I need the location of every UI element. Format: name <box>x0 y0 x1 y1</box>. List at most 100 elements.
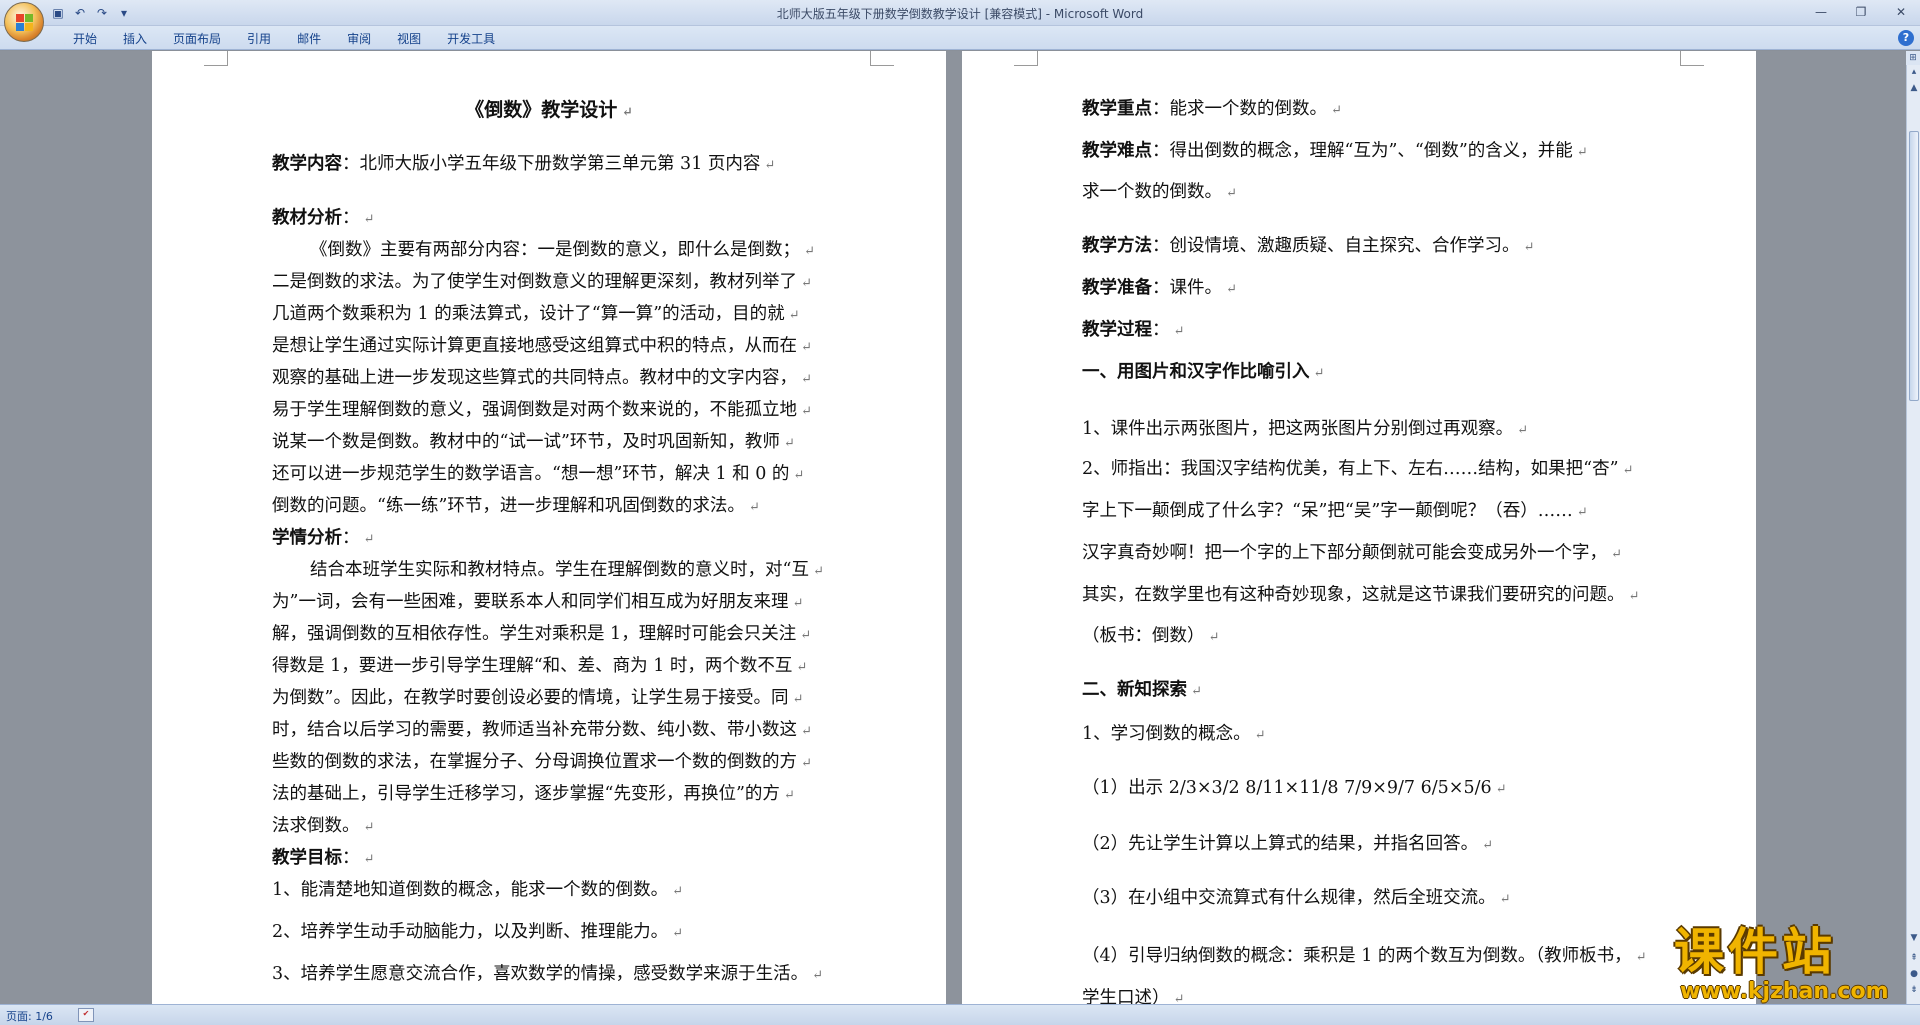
document-area: 《倒数》教学设计 ↵ 教学内容：北师大版小学五年级下册数学第三单元第 31 页内容… <box>0 51 1906 1004</box>
paragraph-mark-icon: ↵ <box>788 596 804 611</box>
view-ruler-icon[interactable]: ⊞ <box>1906 51 1920 65</box>
paragraph-line: 2、师指出：我国汉字结构优美，有上下、左右……结构，如果把“杏” ↵ <box>1082 455 1634 480</box>
line-text: 学生口述） <box>1082 988 1170 1004</box>
line-text: 汉字真奇妙啊！把一个字的上下部分颠倒就可能会变成另外一个字， <box>1082 543 1607 563</box>
paragraph-line: 2、培养学生动手动脑能力，以及判断、推理能力。 ↵ <box>272 918 683 943</box>
paragraph-line: 易于学生理解倒数的意义，强调倒数是对两个数来说的，不能孤立地 ↵ <box>272 396 812 421</box>
paragraph-line: 法的基础上，引导学生迁移学习，逐步掌握“先变形，再换位”的方 ↵ <box>272 780 795 805</box>
paragraph-mark-icon: ↵ <box>1519 240 1535 255</box>
minimize-icon[interactable]: — <box>1808 2 1834 22</box>
paragraph-line: （3）在小组中交流算式有什么规律，然后全班交流。 ↵ <box>1082 884 1511 909</box>
vertical-scrollbar[interactable]: ▴ ▲ ▼ ⇞ ● ⇟ <box>1906 51 1920 1004</box>
browse-object-icon[interactable]: ● <box>1908 967 1920 981</box>
section-label: 教学准备 <box>1082 278 1152 298</box>
paragraph-mark-icon: ↵ <box>797 404 813 419</box>
line-text: 3、培养学生愿意交流合作，喜欢数学的情操，感受数学来源于生活。 <box>272 964 809 984</box>
tab-insert[interactable]: 插入 <box>110 30 160 48</box>
line-text: ： <box>342 848 360 868</box>
paragraph-mark-icon: ↵ <box>788 692 804 707</box>
paragraph-mark-icon: ↵ <box>797 724 813 739</box>
tab-references[interactable]: 引用 <box>234 30 284 48</box>
paragraph-mark-icon: ↵ <box>1572 145 1588 160</box>
paragraph-mark-icon: ↵ <box>1491 782 1507 797</box>
paragraph-line: 教学难点：得出倒数的概念，理解“互为”、“倒数”的含义，并能 ↵ <box>1082 137 1588 162</box>
page-right[interactable]: 教学重点：能求一个数的倒数。 ↵ 教学难点：得出倒数的概念，理解“互为”、“倒数”… <box>962 51 1756 1004</box>
paragraph-line: 学生口述） ↵ <box>1082 984 1185 1004</box>
restore-icon[interactable]: ❐ <box>1848 2 1874 22</box>
paragraph-line: 求一个数的倒数。 ↵ <box>1082 178 1237 203</box>
document-title: 《倒数》教学设计 ↵ <box>152 95 946 122</box>
help-icon[interactable]: ? <box>1898 30 1914 46</box>
paragraph-mark-icon: ↵ <box>797 372 813 387</box>
paragraph-mark-icon: ↵ <box>617 105 633 120</box>
paragraph-line: 是想让学生通过实际计算更直接地感受这组算式中积的特点，从而在 ↵ <box>272 332 812 357</box>
page-count[interactable]: 页面: 1/6 <box>6 1008 53 1024</box>
line-text: 些数的倒数的求法，在掌握分子、分母调换位置求一个数的倒数的方 <box>272 752 797 772</box>
paragraph-mark-icon: ↵ <box>1250 728 1266 743</box>
scroll-down-icon[interactable]: ▼ <box>1908 931 1920 945</box>
paragraph-line: 为倒数”。因此，在教学时要创设必要的情境，让学生易于接受。同 ↵ <box>272 684 803 709</box>
previous-page-icon[interactable]: ⇞ <box>1908 951 1920 965</box>
margin-corner-mark <box>1014 51 1038 66</box>
proofing-icon[interactable]: ✔ <box>78 1008 94 1022</box>
line-text: 求一个数的倒数。 <box>1082 182 1222 202</box>
redo-icon[interactable]: ↷ <box>94 5 110 21</box>
ruler-toggle-icon[interactable]: ▴ <box>1908 65 1920 79</box>
paragraph-line: 3、培养学生愿意交流合作，喜欢数学的情操，感受数学来源于生活。 ↵ <box>272 960 823 985</box>
paragraph-line: 《倒数》主要有两部分内容：一是倒数的意义，即什么是倒数； ↵ <box>310 236 815 261</box>
paragraph-mark-icon: ↵ <box>796 628 812 643</box>
tab-review[interactable]: 审阅 <box>334 30 384 48</box>
paragraph-line: 说某一个数是倒数。教材中的“试一试”环节，及时巩固新知，教师 ↵ <box>272 428 795 453</box>
paragraph-line: 些数的倒数的求法，在掌握分子、分母调换位置求一个数的倒数的方 ↵ <box>272 748 812 773</box>
line-text: ： <box>342 528 360 548</box>
paragraph-mark-icon: ↵ <box>359 532 375 547</box>
paragraph-mark-icon: ↵ <box>1631 950 1647 965</box>
paragraph-mark-icon: ↵ <box>1169 992 1185 1004</box>
tab-home[interactable]: 开始 <box>60 30 110 48</box>
line-text: 倒数的问题。“练一练”环节，进一步理解和巩固倒数的求法。 <box>272 496 745 516</box>
line-text: ：课件。 <box>1152 278 1222 298</box>
tab-mailings[interactable]: 邮件 <box>284 30 334 48</box>
line-text: （4）引导归纳倒数的概念：乘积是 1 的两个数互为倒数。（教师板书， <box>1082 946 1632 966</box>
customize-icon[interactable]: ▾ <box>116 5 132 21</box>
paragraph-mark-icon: ↵ <box>808 968 824 983</box>
line-text: 解，强调倒数的互相依存性。学生对乘积是 1，理解时可能会只关注 <box>272 624 797 644</box>
line-text: 《倒数》教学设计 <box>465 99 618 121</box>
paragraph-mark-icon: ↵ <box>797 756 813 771</box>
tab-developer[interactable]: 开发工具 <box>434 30 508 48</box>
paragraph-mark-icon: ↵ <box>797 340 813 355</box>
margin-corner-mark <box>1680 51 1704 66</box>
line-text: 2、师指出：我国汉字结构优美，有上下、左右……结构，如果把“杏” <box>1082 459 1619 479</box>
line-text: 字上下一颠倒成了什么字？“呆”把“吴”字一颠倒呢？（吞）…… <box>1082 501 1573 521</box>
next-page-icon[interactable]: ⇟ <box>1908 983 1920 997</box>
page-left[interactable]: 《倒数》教学设计 ↵ 教学内容：北师大版小学五年级下册数学第三单元第 31 页内容… <box>152 51 946 1004</box>
undo-icon[interactable]: ↶ <box>72 5 88 21</box>
paragraph-line: 教学方法：创设情境、激趣质疑、自主探究、合作学习。 ↵ <box>1082 232 1535 257</box>
office-button[interactable] <box>4 2 44 42</box>
tab-page-layout[interactable]: 页面布局 <box>160 30 234 48</box>
paragraph-line: 倒数的问题。“练一练”环节，进一步理解和巩固倒数的求法。 ↵ <box>272 492 760 517</box>
paragraph-line: 观察的基础上进一步发现这些算式的共同特点。教材中的文字内容， ↵ <box>272 364 812 389</box>
paragraph-line: 还可以进一步规范学生的数学语言。“想一想”环节，解决 1 和 0 的 ↵ <box>272 460 804 485</box>
scroll-up-icon[interactable]: ▲ <box>1908 81 1920 95</box>
paragraph-mark-icon: ↵ <box>789 468 805 483</box>
close-icon[interactable]: ✕ <box>1888 2 1914 22</box>
paragraph-mark-icon: ↵ <box>760 158 776 173</box>
line-text: 法的基础上，引导学生迁移学习，逐步掌握“先变形，再换位”的方 <box>272 784 780 804</box>
paragraph-line: 二、新知探索 ↵ <box>1082 676 1202 701</box>
paragraph-line: 教学内容：北师大版小学五年级下册数学第三单元第 31 页内容 ↵ <box>272 150 775 175</box>
paragraph-line: 汉字真奇妙啊！把一个字的上下部分颠倒就可能会变成另外一个字， ↵ <box>1082 539 1622 564</box>
save-icon[interactable]: ▣ <box>50 5 66 21</box>
line-text: （3）在小组中交流算式有什么规律，然后全班交流。 <box>1082 888 1496 908</box>
paragraph-mark-icon: ↵ <box>1222 186 1238 201</box>
line-text: 时，结合以后学习的需要，教师适当补充带分数、纯小数、带小数这 <box>272 720 797 740</box>
section-label: 教学过程 <box>1082 320 1152 340</box>
office-logo-icon <box>16 14 34 32</box>
paragraph-mark-icon: ↵ <box>1513 423 1529 438</box>
section-label: 教学重点 <box>1082 99 1152 119</box>
line-text: 观察的基础上进一步发现这些算式的共同特点。教材中的文字内容， <box>272 368 797 388</box>
scroll-thumb[interactable] <box>1909 131 1919 401</box>
watermark-name: 课件站 <box>1674 923 1836 981</box>
paragraph-line: 解，强调倒数的互相依存性。学生对乘积是 1，理解时可能会只关注 ↵ <box>272 620 811 645</box>
tab-view[interactable]: 视图 <box>384 30 434 48</box>
